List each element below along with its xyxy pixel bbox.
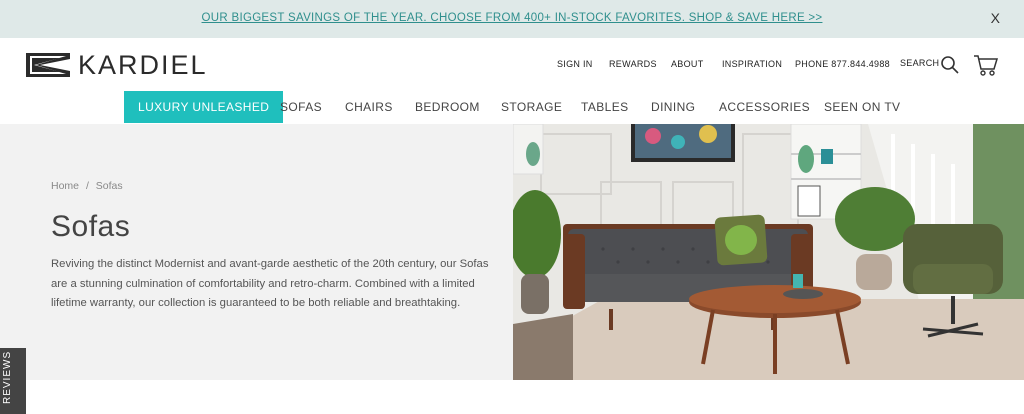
inspiration-link[interactable]: INSPIRATION bbox=[722, 59, 782, 69]
phone-number[interactable]: PHONE 877.844.4988 bbox=[795, 59, 890, 69]
logo-chevron-icon bbox=[26, 53, 70, 77]
nav-seen-on-tv[interactable]: SEEN ON TV bbox=[824, 91, 900, 123]
hero-image bbox=[513, 124, 1024, 380]
cart-icon[interactable] bbox=[973, 53, 999, 77]
content-strip bbox=[26, 380, 1024, 414]
nav-luxury-unleashed[interactable]: LUXURY UNLEASHED bbox=[124, 91, 284, 123]
breadcrumb-current: Sofas bbox=[95, 180, 123, 192]
nav-tables[interactable]: TABLES bbox=[581, 91, 629, 123]
nav-storage[interactable]: STORAGE bbox=[501, 91, 562, 123]
promo-link[interactable]: OUR BIGGEST SAVINGS OF THE YEAR. CHOOSE … bbox=[0, 12, 1024, 24]
brand-name: KARDIEL bbox=[78, 49, 208, 80]
logo[interactable]: KARDIEL bbox=[26, 49, 208, 80]
sign-in-link[interactable]: SIGN IN bbox=[557, 59, 593, 69]
rewards-link[interactable]: REWARDS bbox=[609, 59, 657, 69]
hero-scene bbox=[513, 124, 1024, 380]
search-label[interactable]: SEARCH bbox=[900, 58, 939, 68]
nav-dining[interactable]: DINING bbox=[651, 91, 695, 123]
nav-sofas[interactable]: SOFAS bbox=[280, 91, 322, 123]
hero-text-panel: Home / Sofas Sofas Reviving the distinct… bbox=[0, 124, 513, 380]
search-icon[interactable] bbox=[940, 55, 960, 75]
promo-bar: OUR BIGGEST SAVINGS OF THE YEAR. CHOOSE … bbox=[0, 0, 1024, 38]
about-link[interactable]: ABOUT bbox=[671, 59, 704, 69]
breadcrumb-home[interactable]: Home bbox=[51, 180, 79, 192]
main-nav: LUXURY UNLEASHED SOFAS CHAIRS BEDROOM ST… bbox=[0, 91, 1024, 123]
breadcrumb: Home / Sofas bbox=[51, 180, 127, 192]
hero-description: Reviving the distinct Modernist and avan… bbox=[51, 258, 489, 309]
reviews-label: REVIEWS bbox=[2, 350, 13, 404]
breadcrumb-separator: / bbox=[85, 180, 89, 192]
reviews-tab[interactable]: REVIEWS bbox=[0, 348, 26, 414]
nav-accessories[interactable]: ACCESSORIES bbox=[719, 91, 810, 123]
nav-chairs[interactable]: CHAIRS bbox=[345, 91, 393, 123]
promo-close-button[interactable]: X bbox=[991, 10, 1000, 26]
site-header: KARDIEL SIGN IN REWARDS ABOUT INSPIRATIO… bbox=[0, 38, 1024, 90]
nav-bedroom[interactable]: BEDROOM bbox=[415, 91, 480, 123]
page-title: Sofas bbox=[51, 210, 131, 243]
